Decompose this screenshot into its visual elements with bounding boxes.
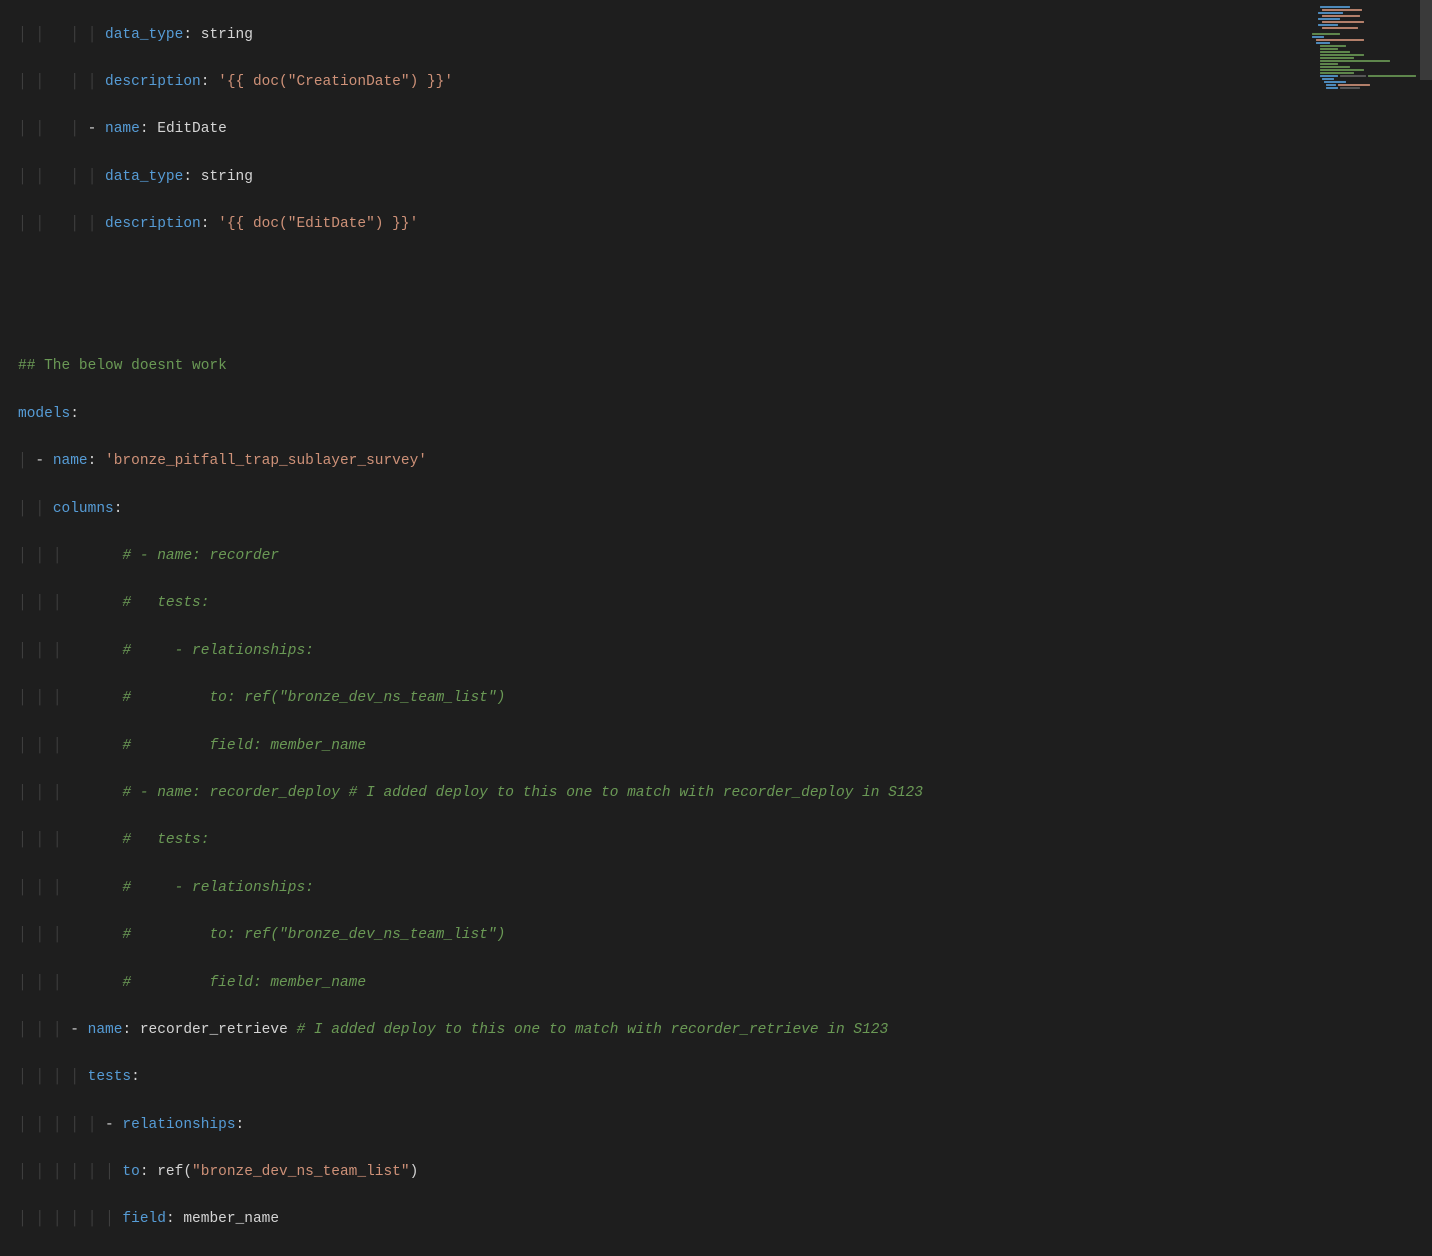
code-line[interactable]: │ │ │ # field: member_name: [18, 972, 923, 996]
code-line[interactable]: │ │ │ # field: member_name: [18, 735, 923, 759]
code-line[interactable]: │ │ │ │ data_type: string: [18, 24, 923, 48]
code-line[interactable]: models:: [18, 403, 923, 427]
code-line[interactable]: │ │ │ │ │ - relationships:: [18, 1114, 923, 1138]
code-line[interactable]: │ │ │ - name: EditDate: [18, 118, 923, 142]
code-line[interactable]: │ │ │ │ │ │ field: member_name: [18, 1208, 923, 1232]
code-line[interactable]: │ │ │ # - relationships:: [18, 877, 923, 901]
code-line[interactable]: │ │ │ │ tests:: [18, 1066, 923, 1090]
code-line[interactable]: ## The below doesnt work: [18, 355, 923, 379]
code-line[interactable]: │ │ │ │ description: '{{ doc("CreationDa…: [18, 71, 923, 95]
code-line[interactable]: │ │ │ # tests:: [18, 829, 923, 853]
code-line[interactable]: [18, 308, 923, 332]
code-line[interactable]: │ │ columns:: [18, 498, 923, 522]
code-line[interactable]: │ │ │ # to: ref("bronze_dev_ns_team_list…: [18, 687, 923, 711]
code-line[interactable]: │ - name: 'bronze_pitfall_trap_sublayer_…: [18, 450, 923, 474]
code-editor[interactable]: │ │ │ │ data_type: string │ │ │ │ descri…: [0, 0, 923, 1256]
code-line[interactable]: │ │ │ │ │ │ to: ref("bronze_dev_ns_team_…: [18, 1161, 923, 1185]
code-line[interactable]: │ │ │ # - name: recorder: [18, 545, 923, 569]
vertical-scrollbar-thumb[interactable]: [1420, 0, 1432, 80]
code-line[interactable]: │ │ │ │ description: '{{ doc("EditDate")…: [18, 213, 923, 237]
code-line[interactable]: │ │ │ # tests:: [18, 592, 923, 616]
code-line[interactable]: │ │ │ │ data_type: string: [18, 166, 923, 190]
code-line[interactable]: [18, 261, 923, 285]
code-line[interactable]: │ │ │ - name: recorder_retrieve # I adde…: [18, 1019, 923, 1043]
code-line[interactable]: │ │ │ # - name: recorder_deploy # I adde…: [18, 782, 923, 806]
minimap[interactable]: [1310, 2, 1420, 112]
code-line[interactable]: │ │ │ # - relationships:: [18, 640, 923, 664]
code-line[interactable]: │ │ │ # to: ref("bronze_dev_ns_team_list…: [18, 924, 923, 948]
vertical-scrollbar-track[interactable]: [1420, 0, 1432, 646]
